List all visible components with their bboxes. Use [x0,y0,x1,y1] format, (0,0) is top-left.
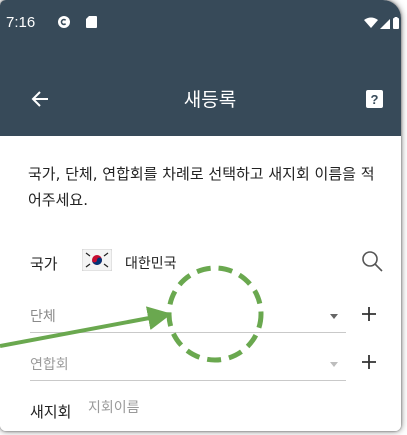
help-icon[interactable]: ? [366,90,383,108]
group-placeholder: 단체 [30,309,56,325]
dropdown-caret-icon [330,314,338,319]
korea-flag-icon [82,249,112,271]
status-right-icons [364,17,399,29]
add-group-button[interactable] [361,306,377,322]
signal-icon [380,19,390,29]
branch-label: 새지회 [30,403,72,421]
branch-name-input[interactable] [88,400,348,416]
union-select[interactable]: 연합회 [30,350,346,381]
search-icon[interactable] [361,250,383,272]
svg-text:?: ? [371,92,379,107]
country-value[interactable]: 대한민국 [125,253,177,273]
status-time: 7:16 [6,14,36,31]
add-union-button[interactable] [361,354,377,370]
back-arrow-icon[interactable] [30,88,52,110]
instructions-text: 국가, 단체, 연합회를 차례로 선택하고 새지회 이름을 적어주세요. [28,165,375,209]
wifi-icon [364,17,378,28]
dropdown-caret-icon [330,362,338,367]
status-bar: 7:16 [0,0,401,50]
app-bar: 새등록 ? [0,50,401,136]
battery-icon [393,18,399,29]
app-c-icon [58,16,70,28]
page-title: 새등록 [183,89,237,111]
group-select[interactable]: 단체 [30,302,346,333]
phone-frame: 7:16 새등록 ? 국가, 단체, 연합회를 차례로 선택하고 새지회 이름을… [0,0,401,431]
country-label: 국가 [30,255,58,273]
screenshot-stage: 7:16 새등록 ? 국가, 단체, 연합회를 차례로 선택하고 새지회 이름을… [0,0,407,435]
union-placeholder: 연합회 [30,357,69,373]
registration-form: 국가, 단체, 연합회를 차례로 선택하고 새지회 이름을 적어주세요. 국가 … [0,136,401,431]
sd-card-icon [86,16,97,28]
